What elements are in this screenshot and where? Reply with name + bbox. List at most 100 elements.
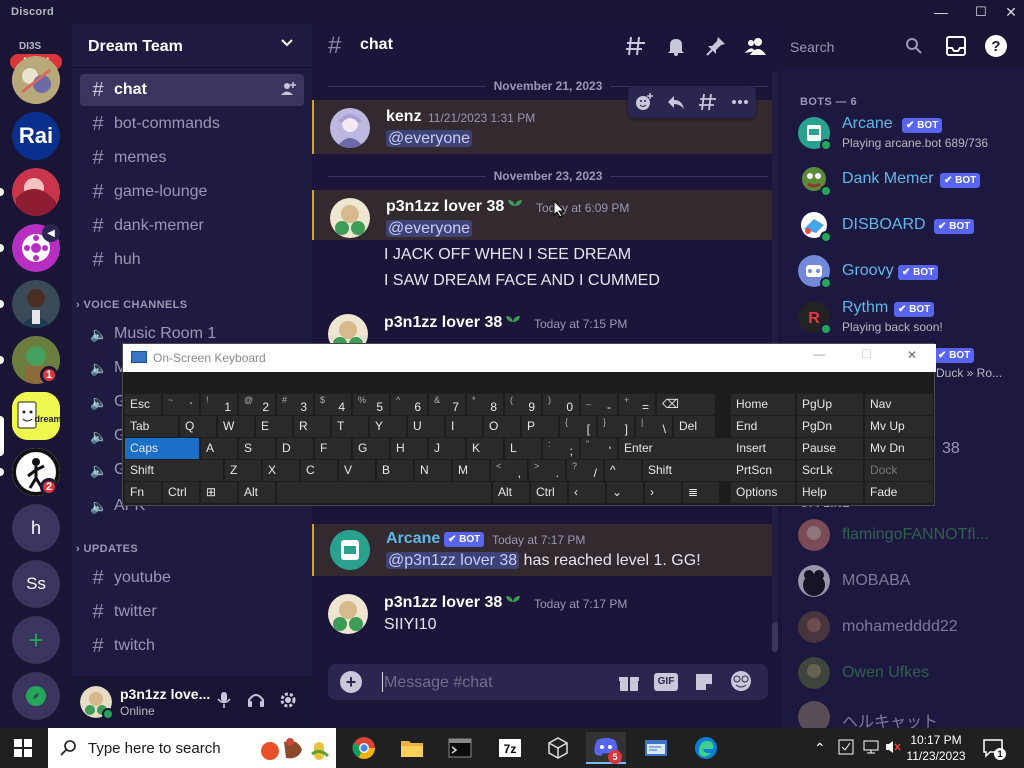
osk-key[interactable]: $4 xyxy=(315,394,351,415)
notification-center-icon[interactable]: 1 xyxy=(982,738,1006,763)
osk-nav-key[interactable]: Mv Up xyxy=(865,416,933,437)
osk-key[interactable]: D xyxy=(277,438,313,459)
osk-key[interactable]: Y xyxy=(370,416,406,437)
member-list-icon[interactable] xyxy=(744,34,768,58)
taskbar-clock[interactable]: 10:17 PM 11/23/2023 xyxy=(904,732,968,764)
osk-key[interactable]: * 8 xyxy=(467,394,503,415)
osk-key[interactable]: N xyxy=(415,460,451,481)
osk-key[interactable]: Esc xyxy=(125,394,161,415)
explore-compass-icon[interactable] xyxy=(12,672,60,720)
osk-key[interactable]: T xyxy=(332,416,368,437)
osk-key[interactable]: Ctrl xyxy=(531,482,567,503)
headphones-icon[interactable] xyxy=(246,690,266,715)
osk-key[interactable]: Z xyxy=(225,460,261,481)
server-icon-dream[interactable]: dream xyxy=(12,392,60,440)
mention[interactable]: @everyone xyxy=(386,220,473,237)
osk-key[interactable]: (9 xyxy=(505,394,541,415)
osk-nav-key[interactable]: PgUp xyxy=(797,394,863,415)
gif-button[interactable]: GIF xyxy=(654,673,678,691)
member-rythm[interactable]: R Rythm ✔ BOT Playing back soon! xyxy=(798,296,1018,338)
osk-key[interactable]: ⊞ xyxy=(201,482,237,503)
osk-key[interactable] xyxy=(277,482,491,503)
osk-nav-key[interactable]: Home xyxy=(731,394,795,415)
osk-key[interactable]: P xyxy=(522,416,558,437)
updates-category[interactable]: › UPDATES xyxy=(76,543,138,555)
osk-nav-key[interactable]: Dock xyxy=(865,460,933,481)
3d-viewer-icon[interactable] xyxy=(538,732,578,764)
7zip-icon[interactable]: 7z xyxy=(490,732,530,764)
channel-youtube[interactable]: # youtube xyxy=(80,562,304,594)
osk-nav-key[interactable]: PrtScn xyxy=(731,460,795,481)
inbox-icon[interactable] xyxy=(944,34,968,58)
add-server-icon[interactable]: + xyxy=(12,616,60,664)
server-icon-rai[interactable]: Rai xyxy=(12,112,60,160)
settings-gear-icon[interactable] xyxy=(278,690,298,715)
message-p3n1zz-2[interactable]: p3n1zz lover 38 Today at 7:15 PM xyxy=(312,310,772,354)
osk-key[interactable]: :; xyxy=(543,438,579,459)
osk-key[interactable]: Caps xyxy=(125,438,199,459)
app-window-icon[interactable] xyxy=(636,732,676,764)
notification-bell-icon[interactable] xyxy=(664,34,688,58)
server-header[interactable]: Dream Team xyxy=(72,24,312,68)
osk-key[interactable]: " ' xyxy=(581,438,617,459)
osk-nav-key[interactable]: End xyxy=(731,416,795,437)
osk-key[interactable]: #3 xyxy=(277,394,313,415)
osk-nav-key[interactable]: Mv Dn xyxy=(865,438,933,459)
file-explorer-icon[interactable] xyxy=(392,732,432,764)
message-author[interactable]: p3n1zz lover 38 xyxy=(384,594,502,612)
osk-key[interactable]: G xyxy=(353,438,389,459)
message-author[interactable]: p3n1zz lover 38 xyxy=(386,198,504,216)
voice-category[interactable]: › VOICE CHANNELS xyxy=(76,299,188,311)
channel-bot-commands[interactable]: # bot-commands xyxy=(80,108,304,140)
osk-key[interactable]: ≣ xyxy=(683,482,719,503)
volume-muted-icon[interactable] xyxy=(884,739,902,760)
osk-key[interactable]: Ctrl xyxy=(163,482,199,503)
server-icon-5[interactable] xyxy=(12,280,60,328)
osk-key[interactable]: V xyxy=(339,460,375,481)
channel-twitter[interactable]: # twitter xyxy=(80,596,304,628)
osk-key[interactable]: Shift xyxy=(125,460,223,481)
close-button[interactable]: ✕ xyxy=(996,0,1024,24)
server-icon-h[interactable]: h xyxy=(12,504,60,552)
osk-key[interactable]: Enter xyxy=(619,438,741,459)
chrome-icon[interactable] xyxy=(344,732,384,764)
maximize-button[interactable]: ☐ xyxy=(966,0,996,24)
taskbar-search[interactable]: Type here to search xyxy=(48,728,336,768)
member-offline-3[interactable]: mohamedddd22 xyxy=(798,606,1018,648)
osk-maximize-button[interactable]: ☐ xyxy=(861,347,872,361)
osk-key[interactable]: ~ ` xyxy=(163,394,199,415)
osk-key[interactable]: Alt xyxy=(239,482,275,503)
avatar[interactable] xyxy=(330,108,370,148)
channel-dank-memer[interactable]: # dank-memer xyxy=(80,210,304,242)
osk-key[interactable]: <, xyxy=(491,460,527,481)
osk-key[interactable]: Q xyxy=(180,416,216,437)
osk-key[interactable]: }] xyxy=(598,416,634,437)
osk-key[interactable]: ^ 6 xyxy=(391,394,427,415)
osk-key[interactable]: L xyxy=(505,438,541,459)
help-icon[interactable]: ? xyxy=(984,34,1008,58)
member-groovy[interactable]: Groovy ✔ BOT xyxy=(798,250,1018,292)
osk-close-button[interactable]: ✕ xyxy=(907,348,917,362)
osk-key[interactable]: ‹ xyxy=(569,482,605,503)
attach-plus-icon[interactable]: + xyxy=(340,671,362,693)
osk-key[interactable]: M xyxy=(453,460,489,481)
osk-key[interactable]: ! 1 xyxy=(201,394,237,415)
channel-memes[interactable]: # memes xyxy=(80,142,304,174)
channel-twitch[interactable]: # twitch xyxy=(80,630,304,662)
message-input[interactable]: Message #chat xyxy=(384,674,493,692)
osk-key[interactable]: ⌄ xyxy=(607,482,643,503)
osk-key[interactable]: E xyxy=(256,416,292,437)
create-thread-icon[interactable] xyxy=(698,92,718,117)
sticker-icon[interactable] xyxy=(694,672,714,697)
osk-key[interactable]: U xyxy=(408,416,444,437)
channel-huh[interactable]: # huh xyxy=(80,244,304,276)
server-icon-1[interactable] xyxy=(12,56,60,104)
message-composer[interactable]: + Message #chat GIF xyxy=(328,664,768,700)
osk-nav-key[interactable]: Help xyxy=(797,482,863,503)
server-icon-3[interactable] xyxy=(12,168,60,216)
discord-taskbar-icon[interactable]: 5 xyxy=(586,732,626,764)
osk-key[interactable]: % 5 xyxy=(353,394,389,415)
network-icon[interactable] xyxy=(862,739,880,760)
osk-key[interactable]: O xyxy=(484,416,520,437)
reply-icon[interactable] xyxy=(666,92,686,117)
